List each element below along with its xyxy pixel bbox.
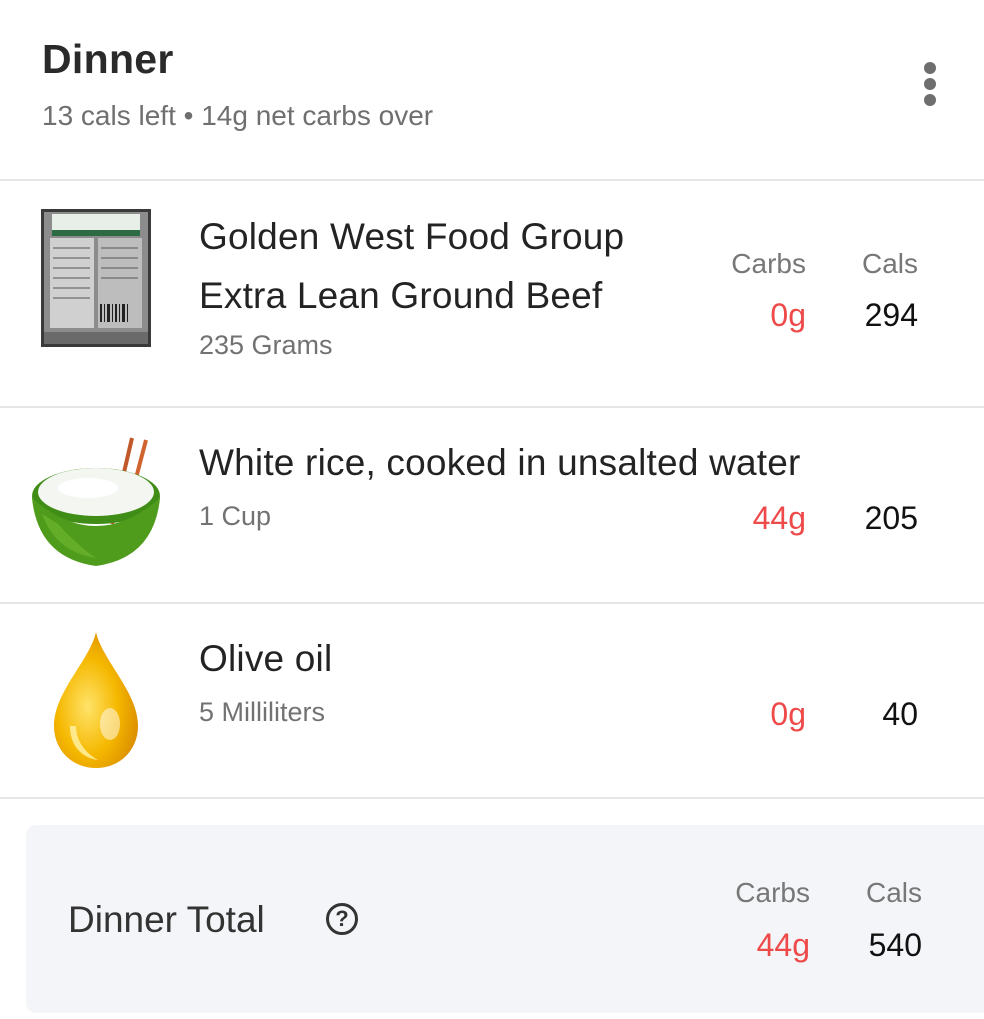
food-name-line2: Extra Lean Ground Beef [199, 275, 603, 316]
cals-value: 40 [882, 696, 918, 732]
cals-value: 205 [864, 500, 918, 536]
cals-value: 294 [864, 297, 918, 333]
food-name-line1: Olive oil [199, 638, 333, 679]
carbs-value: 44g [752, 500, 806, 536]
ground-beef-package-icon [41, 209, 151, 347]
food-serving: 1 Cup [199, 501, 272, 531]
help-icon[interactable]: ? [326, 903, 358, 935]
total-label: Dinner Total [68, 899, 265, 940]
food-name-line1: White rice, cooked in unsalted water [199, 442, 801, 483]
food-name-line1: Golden West Food Group [199, 216, 625, 257]
oil-drop-icon [54, 632, 138, 768]
carbs-value: 0g [770, 696, 806, 732]
more-dot [924, 78, 936, 90]
rice-bowl-icon [32, 437, 160, 566]
total-cals-value: 540 [868, 927, 922, 963]
carbs-column-label: Carbs [731, 248, 806, 279]
carbs-column-label: Carbs [735, 877, 810, 908]
food-item-ground-beef[interactable]: Golden West Food Group Extra Lean Ground… [0, 181, 984, 406]
carbs-value: 0g [770, 297, 806, 333]
food-item-olive-oil[interactable]: Olive oil 5 Milliliters 0g 40 [0, 604, 984, 798]
more-options-icon[interactable] [912, 60, 948, 108]
meal-header: Dinner 13 cals left • 14g net carbs over [0, 0, 984, 180]
meal-total-card: Dinner Total ? Carbs Cals 44g 540 [26, 825, 984, 1013]
cals-column-label: Cals [861, 248, 918, 279]
more-dot [924, 62, 936, 74]
more-dot [924, 94, 936, 106]
meal-title: Dinner [42, 36, 174, 82]
food-serving: 235 Grams [199, 330, 333, 360]
meal-subtitle: 13 cals left • 14g net carbs over [42, 100, 434, 131]
food-item-white-rice[interactable]: White rice, cooked in unsalted water 1 C… [0, 408, 984, 602]
total-carbs-value: 44g [756, 927, 810, 963]
divider [0, 797, 984, 799]
cals-column-label: Cals [865, 877, 922, 908]
food-serving: 5 Milliliters [199, 697, 326, 727]
